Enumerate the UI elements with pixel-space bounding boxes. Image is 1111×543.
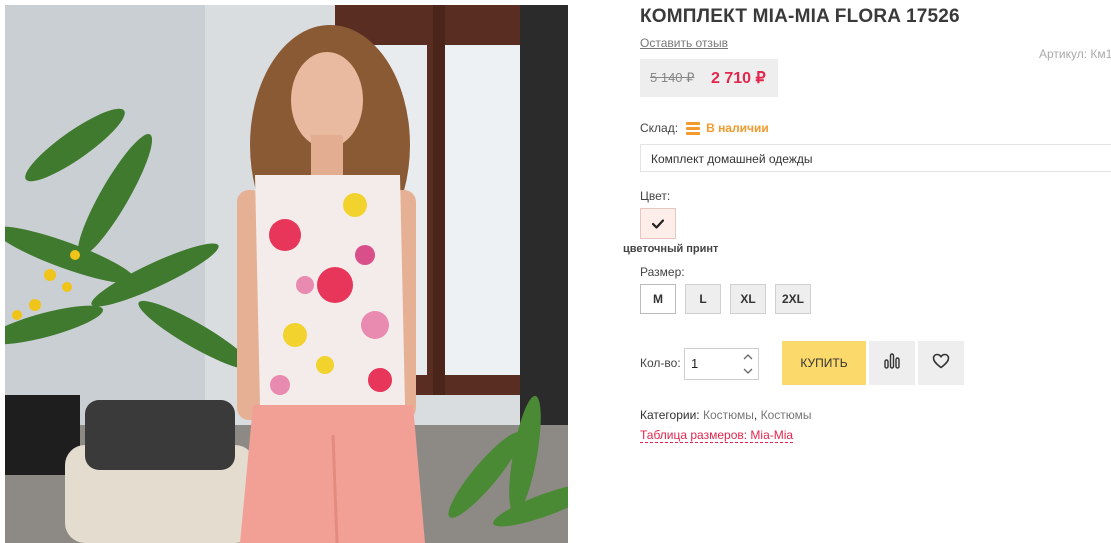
category-separator: , (753, 408, 758, 422)
product-type-field[interactable]: Комплект домашней одежды (640, 144, 1111, 172)
size-option-m[interactable]: M (640, 284, 676, 314)
price-box: 5 140 ₽ 2 710 ₽ (640, 59, 778, 97)
categories: Категории: Костюмы, Костюмы (640, 408, 811, 422)
buy-button[interactable]: КУПИТЬ (782, 341, 866, 385)
stock-bars-icon (686, 121, 701, 135)
stock-label: Склад: (640, 121, 679, 135)
categories-label: Категории: (640, 408, 700, 422)
quantity-stepper[interactable]: 1 (684, 348, 759, 380)
quantity-label: Кол-во: (640, 356, 681, 370)
chevron-down-icon[interactable] (742, 366, 754, 376)
compare-bars-icon (883, 352, 901, 375)
color-swatch-floral[interactable] (640, 208, 676, 239)
checkmark-icon (652, 218, 664, 229)
product-title: КОМПЛЕКТ MIA-MIA FLORA 17526 (640, 6, 960, 27)
quantity-input[interactable]: 1 (691, 356, 698, 371)
size-option-l[interactable]: L (685, 284, 721, 314)
chevron-up-icon[interactable] (742, 352, 754, 362)
color-label: Цвет: (640, 189, 671, 203)
heart-icon (932, 353, 950, 374)
size-label: Размер: (640, 265, 685, 279)
product-info-panel: КОМПЛЕКТ MIA-MIA FLORA 17526 Оставить от… (623, 0, 1111, 543)
compare-button[interactable] (869, 341, 915, 385)
old-price: 5 140 ₽ (650, 70, 695, 85)
leave-review-link[interactable]: Оставить отзыв (640, 36, 728, 50)
stock-value: В наличии (706, 121, 769, 135)
size-option-2xl[interactable]: 2XL (775, 284, 811, 314)
size-options: M L XL 2XL (640, 284, 811, 314)
wishlist-button[interactable] (918, 341, 964, 385)
current-price: 2 710 ₽ (711, 70, 766, 87)
category-link[interactable]: Костюмы (703, 408, 754, 422)
color-name: цветочный принт (623, 243, 719, 255)
product-image (5, 5, 568, 543)
article-number: Артикул: Км1 (1039, 47, 1111, 61)
category-link[interactable]: Костюмы (761, 408, 812, 422)
size-table-link[interactable]: Таблица размеров: Mia-Mia (640, 428, 794, 443)
size-option-xl[interactable]: XL (730, 284, 766, 314)
product-photo[interactable] (5, 5, 568, 543)
stock-status: Склад: В наличии (640, 121, 769, 135)
